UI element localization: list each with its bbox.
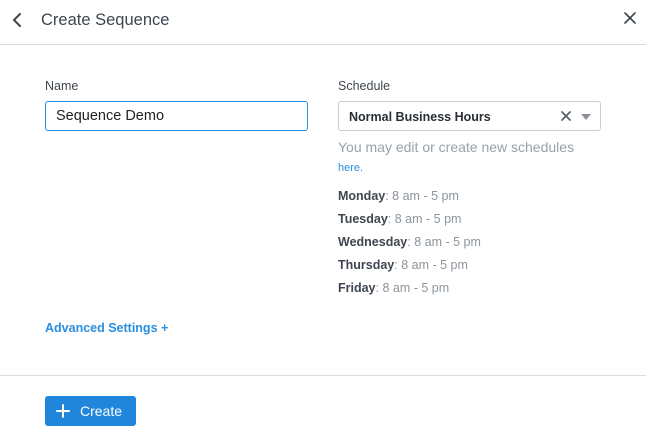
schedule-day-row: Friday: 8 am - 5 pm — [338, 281, 449, 295]
schedule-day-row: Monday: 8 am - 5 pm — [338, 189, 459, 203]
name-input[interactable] — [45, 101, 308, 131]
advanced-settings-toggle[interactable]: Advanced Settings + — [45, 321, 168, 335]
day-name: Tuesday — [338, 212, 388, 226]
day-hours: : 8 am - 5 pm — [385, 189, 459, 203]
close-button[interactable] — [622, 9, 638, 27]
plus-icon — [56, 404, 70, 418]
schedule-day-row: Thursday: 8 am - 5 pm — [338, 258, 468, 272]
clear-icon — [561, 111, 571, 121]
caret-down-icon[interactable] — [581, 114, 591, 120]
page-title: Create Sequence — [41, 11, 170, 29]
schedule-select[interactable]: Normal Business Hours — [338, 101, 601, 131]
modal-header: Create Sequence — [0, 0, 646, 45]
day-name: Monday — [338, 189, 386, 203]
schedule-selected-value: Normal Business Hours — [349, 110, 491, 124]
day-hours: : 8 am - 5 pm — [375, 281, 450, 295]
back-button[interactable] — [9, 10, 27, 30]
schedule-day-row: Tuesday: 8 am - 5 pm — [338, 212, 461, 226]
day-name: Friday — [338, 281, 376, 295]
schedule-hint-text: You may edit or create new schedules — [338, 139, 575, 155]
schedule-label: Schedule — [338, 79, 391, 93]
day-name: Thursday — [338, 258, 395, 272]
schedule-day-row: Wednesday: 8 am - 5 pm — [338, 235, 481, 249]
edit-schedules-link[interactable]: here. — [338, 162, 363, 174]
day-hours: : 8 am - 5 pm — [387, 212, 462, 226]
create-button[interactable]: Create — [45, 396, 136, 426]
create-button-label: Create — [80, 403, 123, 419]
name-label: Name — [45, 79, 79, 93]
day-hours: : 8 am - 5 pm — [394, 258, 468, 272]
footer-divider — [0, 375, 646, 376]
close-icon — [624, 12, 636, 24]
clear-selection-button[interactable] — [559, 107, 573, 125]
chevron-left-icon — [13, 13, 21, 27]
day-name: Wednesday — [338, 235, 408, 249]
day-hours: : 8 am - 5 pm — [407, 235, 481, 249]
